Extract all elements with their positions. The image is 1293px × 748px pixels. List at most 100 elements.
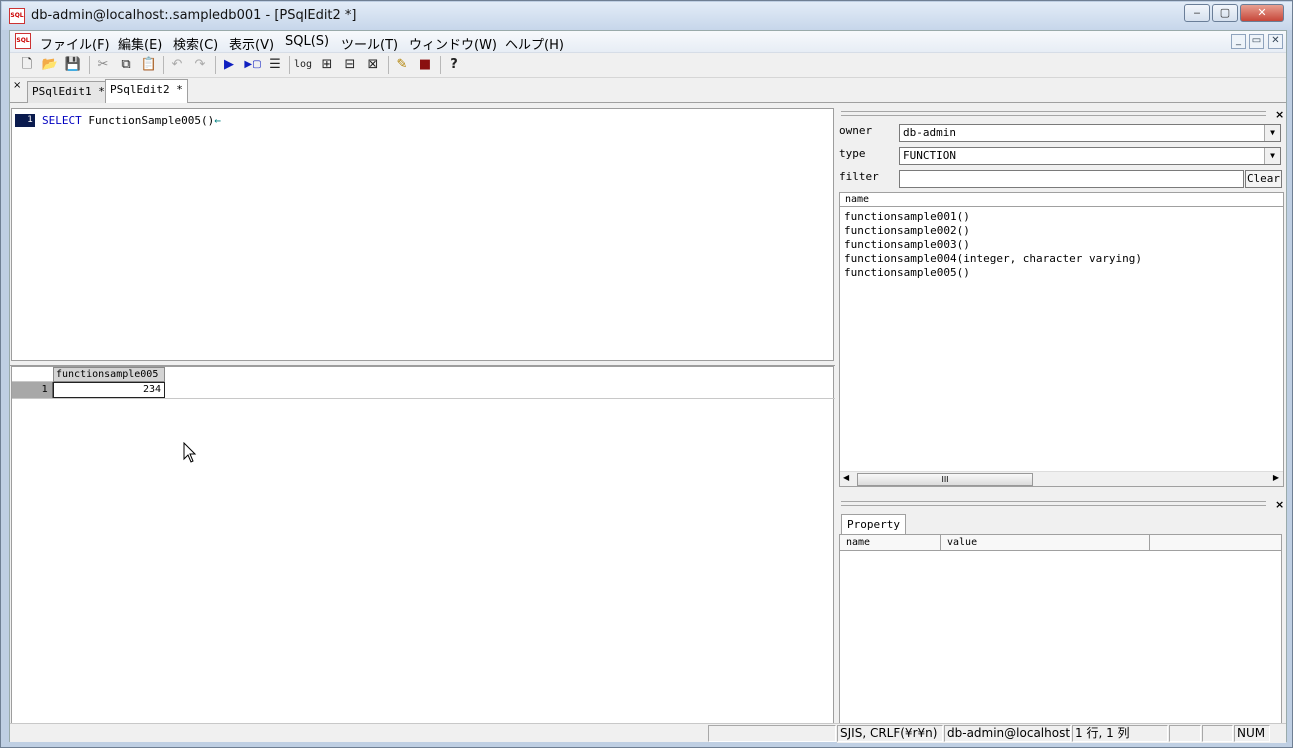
tab-psqledit2[interactable]: PSqlEdit2 * [105, 79, 188, 103]
property-table[interactable]: name value [839, 534, 1282, 742]
menu-search[interactable]: 検索(C) [173, 34, 218, 53]
clear-button[interactable]: Clear [1245, 170, 1282, 188]
menu-file[interactable]: ファイル(F) [40, 34, 110, 53]
close-icon[interactable]: × [1275, 498, 1284, 511]
list-item[interactable]: functionsample002() [844, 224, 970, 237]
sql-editor[interactable]: 1 SELECT FunctionSample005()← [11, 108, 834, 361]
undo-icon[interactable]: ↶ [168, 56, 186, 74]
chevron-down-icon[interactable]: ▼ [1264, 148, 1280, 164]
redo-icon[interactable]: ↷ [191, 56, 209, 74]
property-filler-header [1150, 535, 1281, 551]
execute-icon[interactable]: ▶ [220, 56, 238, 74]
list-item[interactable]: functionsample001() [844, 210, 970, 223]
explain-icon[interactable]: ☰ [266, 56, 284, 74]
type-value: FUNCTION [903, 149, 956, 162]
menu-bar: SQL ファイル(F) 編集(E) 検索(C) 表示(V) SQL(S) ツール… [10, 31, 1286, 53]
line-number: 1 [15, 114, 35, 127]
mouse-pointer-icon [183, 442, 197, 463]
grid-split-icon[interactable]: ⊟ [341, 56, 359, 74]
property-value-header[interactable]: value [941, 535, 1150, 551]
scroll-thumb[interactable]: III [857, 473, 1033, 486]
help-icon[interactable]: ? [445, 56, 463, 74]
tab-close-icon[interactable]: × [13, 80, 21, 91]
status-ins [1202, 725, 1233, 742]
toolbar-separator [163, 56, 164, 74]
log-icon[interactable]: log [294, 56, 312, 74]
sql-text: FunctionSample005() [81, 114, 215, 127]
result-grid[interactable]: functionsample005 1 234 [11, 366, 835, 724]
app-window: SQL db-admin@localhost:.sampledb001 - [P… [0, 0, 1293, 748]
copy-icon[interactable]: ⧉ [117, 56, 135, 74]
status-caps [1169, 725, 1201, 742]
menu-window[interactable]: ウィンドウ(W) [409, 34, 497, 53]
tab-property[interactable]: Property [841, 514, 906, 535]
status-num: NUM [1234, 725, 1270, 742]
child-restore-button[interactable]: ▭ [1249, 34, 1264, 49]
editor-tab-strip: × PSqlEdit1 * PSqlEdit2 * [10, 78, 1286, 103]
pencil-icon[interactable]: ✎ [393, 56, 411, 74]
sql-keyword: SELECT [42, 114, 82, 127]
panel-grip[interactable] [841, 501, 1266, 506]
horizontal-scrollbar[interactable]: ◀ III ▶ [840, 471, 1283, 486]
cut-icon[interactable]: ✂ [94, 56, 112, 74]
owner-label: owner [839, 124, 873, 137]
list-item[interactable]: functionsample004(integer, character var… [844, 252, 1142, 265]
grid-cell[interactable]: 234 [53, 382, 165, 398]
maximize-button[interactable]: ▢ [1212, 4, 1238, 22]
filter-label: filter [839, 170, 879, 183]
property-panel: × Property name value [837, 498, 1286, 743]
chevron-down-icon[interactable]: ▼ [1264, 125, 1280, 141]
window-title: db-admin@localhost:.sampledb001 - [PSqlE… [31, 8, 357, 23]
document-icon[interactable]: SQL [15, 33, 31, 49]
app-icon: SQL [9, 8, 25, 24]
type-label: type [839, 147, 866, 160]
property-name-header[interactable]: name [840, 535, 941, 551]
list-item[interactable]: functionsample003() [844, 238, 970, 251]
child-minimize-button[interactable]: _ [1231, 34, 1246, 49]
status-bar: SJIS, CRLF(¥r¥n) db-admin@localhost: 1 行… [10, 723, 1286, 742]
column-header[interactable]: functionsample005 [53, 367, 165, 382]
new-file-icon[interactable]: 🗋 [18, 56, 36, 74]
toolbar-separator [289, 56, 290, 74]
menu-help[interactable]: ヘルプ(H) [505, 34, 564, 53]
grid-corner [12, 367, 53, 382]
close-button[interactable]: ✕ [1240, 4, 1284, 22]
execute-step-icon[interactable]: ▶▢ [242, 56, 264, 74]
status-connection: db-admin@localhost: [944, 725, 1071, 742]
owner-select[interactable]: db-admin ▼ [899, 124, 1281, 142]
menu-sql[interactable]: SQL(S) [285, 34, 329, 49]
mdi-client: SQL ファイル(F) 編集(E) 検索(C) 表示(V) SQL(S) ツール… [9, 30, 1287, 743]
status-blank [708, 725, 836, 742]
paste-icon[interactable]: 📋 [140, 56, 158, 74]
row-number[interactable]: 1 [12, 382, 53, 398]
code-line[interactable]: SELECT FunctionSample005()← [42, 114, 221, 127]
toolbar-separator [388, 56, 389, 74]
grid-options-icon[interactable]: ⊠ [364, 56, 382, 74]
object-list[interactable]: name functionsample001() functionsample0… [839, 192, 1284, 487]
list-header[interactable]: name [840, 193, 1283, 207]
owner-value: db-admin [903, 126, 956, 139]
close-icon[interactable]: × [1275, 108, 1284, 121]
type-select[interactable]: FUNCTION ▼ [899, 147, 1281, 165]
status-encoding: SJIS, CRLF(¥r¥n) [837, 725, 943, 742]
toolbar-separator [440, 56, 441, 74]
minimize-button[interactable]: ‒ [1184, 4, 1210, 22]
menu-edit[interactable]: 編集(E) [118, 34, 162, 53]
book-icon[interactable]: ■ [416, 56, 434, 74]
scroll-right-icon[interactable]: ▶ [1273, 473, 1279, 482]
scroll-left-icon[interactable]: ◀ [843, 473, 849, 482]
title-bar[interactable]: SQL db-admin@localhost:.sampledb001 - [P… [2, 2, 1292, 30]
filter-input[interactable] [899, 170, 1244, 188]
status-position: 1 行, 1 列 [1072, 725, 1168, 742]
save-icon[interactable]: 💾 [64, 56, 82, 74]
grid-layout-icon[interactable]: ⊞ [318, 56, 336, 74]
list-item[interactable]: functionsample005() [844, 266, 970, 279]
child-close-button[interactable]: ✕ [1268, 34, 1283, 49]
grid-row-divider [12, 398, 835, 399]
menu-view[interactable]: 表示(V) [229, 34, 274, 53]
open-folder-icon[interactable]: 📂 [41, 56, 59, 74]
tab-psqledit1[interactable]: PSqlEdit1 * [27, 81, 110, 103]
panel-grip[interactable] [841, 111, 1266, 116]
menu-tools[interactable]: ツール(T) [341, 34, 398, 53]
eol-marker-icon: ← [214, 114, 221, 127]
